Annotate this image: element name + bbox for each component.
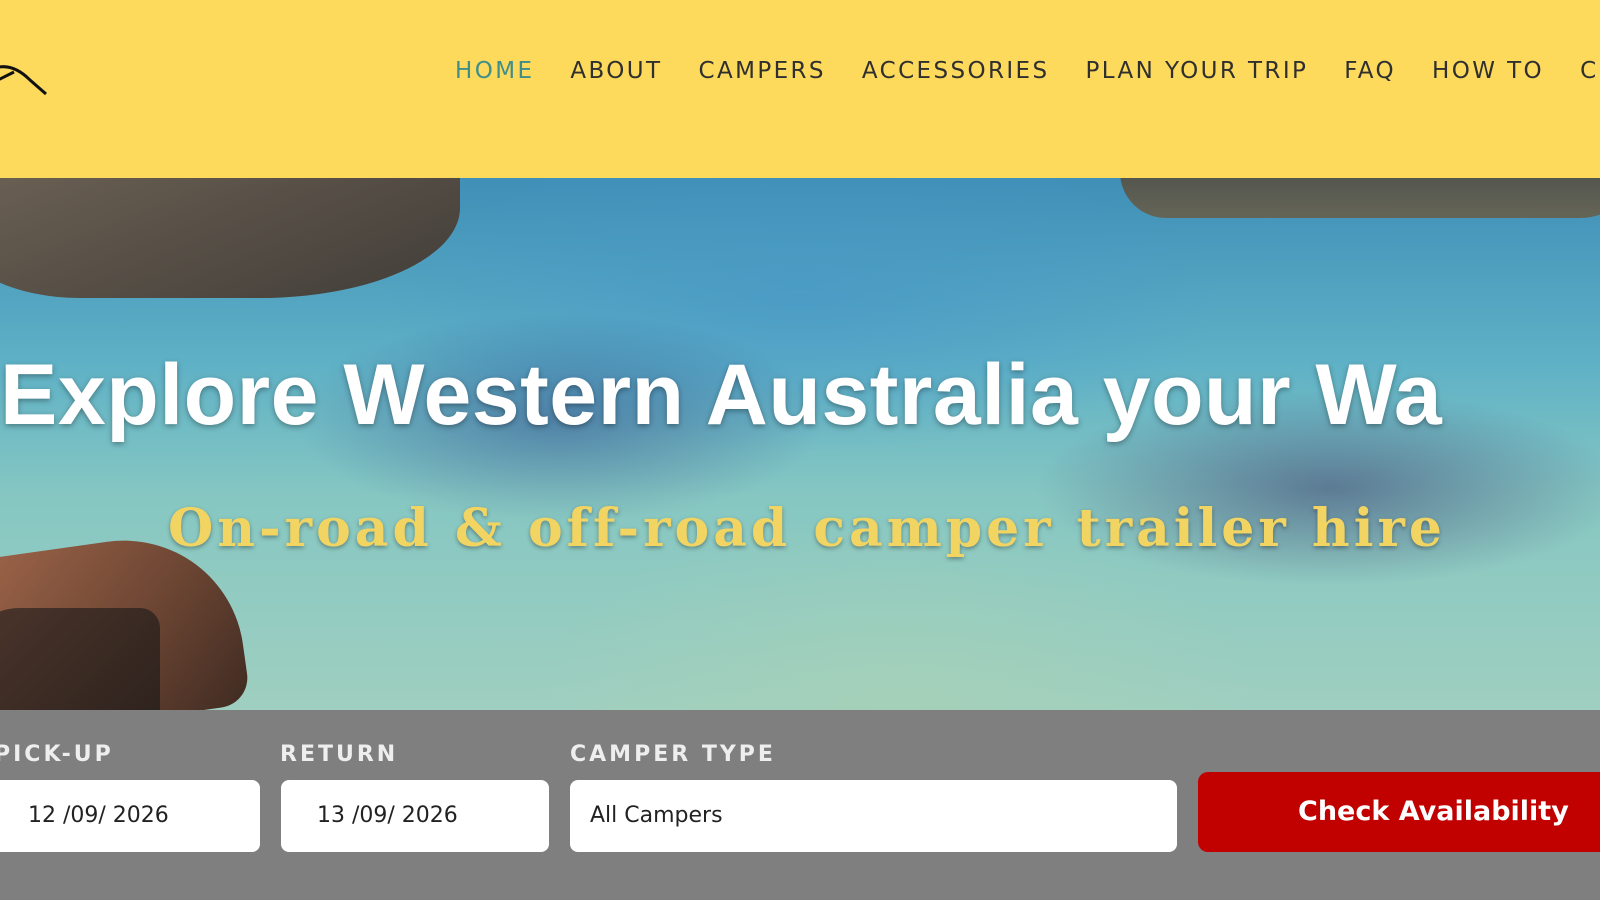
hero-banner: Explore Western Australia your Wa On-roa… [0,178,1600,710]
nav-item-plan-your-trip[interactable]: PLAN YOUR TRIP [1086,58,1309,84]
pickup-date-field[interactable]: 12 /09/ 2026 [0,780,260,852]
hero-subtitle: On-road & off-road camper trailer hire [168,498,1446,559]
nav-item-about[interactable]: ABOUT [570,58,662,84]
hero-rock [0,178,460,298]
nav-item-campers[interactable]: CAMPERS [698,58,825,84]
logo-icon[interactable] [0,50,60,110]
hero-rock [0,608,160,710]
hero-rock [1120,178,1600,218]
nav-item-faq[interactable]: FAQ [1344,58,1396,84]
booking-bar: PICK-UP 12 /09/ 2026 RETURN 13 /09/ 2026… [0,710,1600,900]
hero-title: Explore Western Australia your Wa [0,347,1443,443]
camper-type-label: CAMPER TYPE [570,742,776,767]
return-label: RETURN [280,742,399,767]
main-nav: HOME ABOUT CAMPERS ACCESSORIES PLAN YOUR TRI… [455,58,1600,88]
nav-item-how-to[interactable]: HOW TO [1432,58,1544,84]
pickup-label: PICK-UP [0,742,114,767]
camper-type-select[interactable]: All Campers [570,780,1177,852]
nav-item-accessories[interactable]: ACCESSORIES [862,58,1050,84]
check-availability-button[interactable]: Check Availability [1198,772,1600,852]
nav-item-contact[interactable]: C [1580,58,1598,84]
nav-item-home[interactable]: HOME [455,58,534,84]
site-header: HOME ABOUT CAMPERS ACCESSORIES PLAN YOUR TRI… [0,0,1600,178]
return-date-field[interactable]: 13 /09/ 2026 [281,780,549,852]
